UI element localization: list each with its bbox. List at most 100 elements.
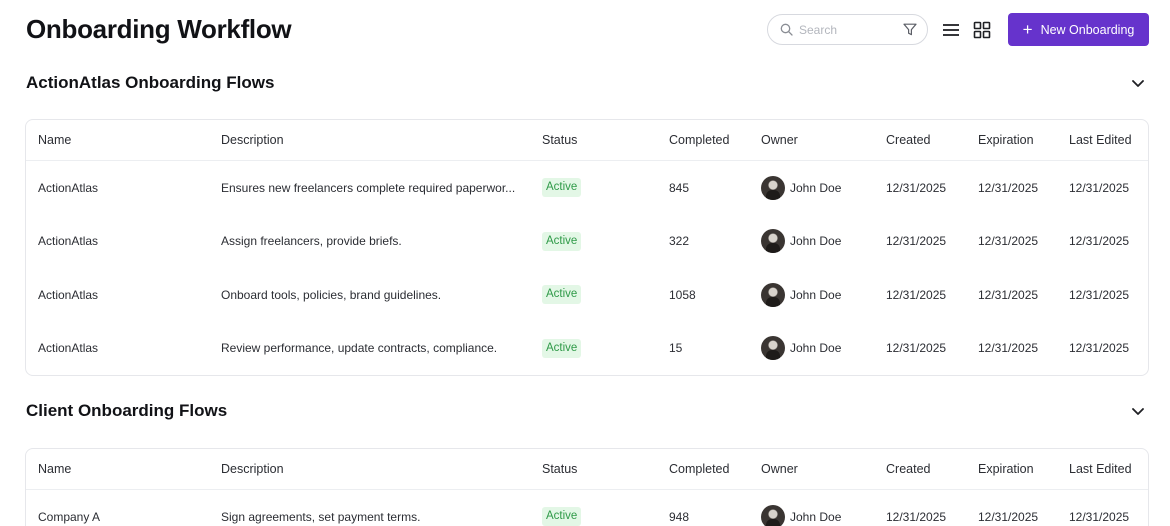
table: Name Description Status Completed Owner Creat…: [25, 448, 1149, 526]
column-header-completed[interactable]: Completed: [669, 120, 729, 160]
page-title: Onboarding Workflow: [26, 14, 292, 44]
cell-owner: John Doe: [761, 215, 841, 269]
grid-view-icon: [973, 21, 991, 38]
table-row[interactable]: ActionAtlas Review performance, update co…: [26, 322, 1148, 376]
chevron-down-icon: [1132, 79, 1144, 87]
cell-owner: John Doe: [761, 490, 841, 526]
cell-expiration: 12/31/2025: [978, 287, 1039, 302]
cell-description: Assign freelancers, provide briefs.: [221, 215, 531, 269]
cell-last-edited: 12/31/2025: [1069, 180, 1130, 195]
section-collapse-button[interactable]: [1130, 403, 1146, 419]
cell-name: ActionAtlas: [38, 287, 99, 302]
plus-icon: +: [1022, 20, 1033, 39]
table-header-row: Name Description Status Completed Owner Creat…: [26, 449, 1148, 490]
filter-button[interactable]: [903, 23, 917, 36]
cell-status: Active: [542, 268, 582, 322]
list-view-button[interactable]: [942, 23, 960, 37]
column-header-expiration[interactable]: Expiration: [978, 120, 1034, 160]
table: Name Description Status Completed Owner Creat…: [25, 119, 1149, 376]
cell-status: Active: [542, 490, 582, 526]
avatar: [761, 504, 785, 526]
cell-completed: 948: [669, 509, 690, 524]
section-collapse-button[interactable]: [1130, 75, 1146, 91]
cell-status: Active: [542, 322, 582, 376]
table-row[interactable]: ActionAtlas Assign freelancers, provide b…: [26, 215, 1148, 269]
table-row[interactable]: Company A Sign agreements, set payment te…: [26, 490, 1148, 526]
toolbar: + New Onboarding: [767, 13, 1149, 46]
column-header-owner[interactable]: Owner: [761, 449, 798, 489]
cell-last-edited: 12/31/2025: [1069, 341, 1130, 356]
cell-expiration: 12/31/2025: [978, 234, 1039, 249]
cell-completed: 1058: [669, 287, 696, 302]
cell-owner: John Doe: [761, 268, 841, 322]
column-header-description[interactable]: Description: [221, 120, 531, 160]
column-header-status[interactable]: Status: [542, 120, 577, 160]
cell-last-edited: 12/31/2025: [1069, 287, 1130, 302]
avatar: [761, 282, 785, 307]
avatar: [761, 336, 785, 361]
cell-description: Ensures new freelancers complete require…: [221, 161, 531, 215]
cell-last-edited: 12/31/2025: [1069, 234, 1130, 249]
column-header-owner[interactable]: Owner: [761, 120, 798, 160]
column-header-created[interactable]: Created: [886, 120, 930, 160]
section-title: Client Onboarding Flows: [26, 401, 228, 420]
cell-completed: 322: [669, 234, 690, 249]
cell-created: 12/31/2025: [886, 341, 947, 356]
description-text: Ensures new freelancers complete require…: [221, 180, 516, 195]
table-header-row: Name Description Status Completed Owner Creat…: [26, 120, 1148, 161]
cell-completed: 845: [669, 180, 690, 195]
search-box[interactable]: [767, 14, 928, 45]
search-input[interactable]: [799, 22, 895, 37]
grid-view-button[interactable]: [973, 21, 991, 39]
filter-icon: [903, 23, 917, 36]
column-header-completed[interactable]: Completed: [669, 449, 729, 489]
cell-expiration: 12/31/2025: [978, 509, 1039, 524]
column-header-status[interactable]: Status: [542, 449, 577, 489]
new-onboarding-button[interactable]: + New Onboarding: [1008, 13, 1149, 46]
cell-owner: John Doe: [761, 161, 841, 215]
avatar: [761, 229, 785, 254]
cell-description: Sign agreements, set payment terms.: [221, 490, 531, 526]
table-row[interactable]: ActionAtlas Onboard tools, policies, bran…: [26, 268, 1148, 322]
description-text: Sign agreements, set payment terms.: [221, 509, 421, 524]
owner-name: John Doe: [790, 180, 842, 195]
cell-name: ActionAtlas: [38, 180, 99, 195]
search-icon: [780, 23, 793, 36]
column-header-created[interactable]: Created: [886, 449, 930, 489]
new-onboarding-label: New Onboarding: [1040, 22, 1135, 37]
status-badge: Active: [542, 231, 582, 251]
cell-created: 12/31/2025: [886, 509, 947, 524]
column-header-last-edited[interactable]: Last Edited: [1069, 449, 1132, 489]
description-text: Review performance, update contracts, co…: [221, 341, 498, 356]
status-badge: Active: [542, 507, 582, 526]
column-header-name[interactable]: Name: [38, 120, 71, 160]
chevron-down-icon: [1132, 407, 1144, 415]
column-header-name[interactable]: Name: [38, 449, 71, 489]
owner-name: John Doe: [790, 509, 842, 524]
column-header-expiration[interactable]: Expiration: [978, 449, 1034, 489]
status-badge: Active: [542, 338, 582, 358]
column-header-description[interactable]: Description: [221, 449, 531, 489]
cell-status: Active: [542, 215, 582, 269]
cell-last-edited: 12/31/2025: [1069, 509, 1130, 524]
owner-name: John Doe: [790, 341, 842, 356]
column-header-last-edited[interactable]: Last Edited: [1069, 120, 1132, 160]
list-view-icon: [943, 23, 959, 36]
cell-created: 12/31/2025: [886, 287, 947, 302]
cell-completed: 15: [669, 341, 683, 356]
description-text: Onboard tools, policies, brand guideline…: [221, 287, 442, 302]
cell-description: Review performance, update contracts, co…: [221, 322, 531, 376]
table-row[interactable]: ActionAtlas Ensures new freelancers compl…: [26, 161, 1148, 215]
section-title: ActionAtlas Onboarding Flows: [26, 73, 275, 92]
cell-owner: John Doe: [761, 322, 841, 376]
description-text: Assign freelancers, provide briefs.: [221, 234, 402, 249]
owner-name: John Doe: [790, 287, 842, 302]
cell-name: ActionAtlas: [38, 341, 99, 356]
cell-name: ActionAtlas: [38, 234, 99, 249]
cell-created: 12/31/2025: [886, 234, 947, 249]
owner-name: John Doe: [790, 234, 842, 249]
status-badge: Active: [542, 178, 582, 198]
avatar: [761, 175, 785, 200]
cell-description: Onboard tools, policies, brand guideline…: [221, 268, 531, 322]
cell-status: Active: [542, 161, 582, 215]
